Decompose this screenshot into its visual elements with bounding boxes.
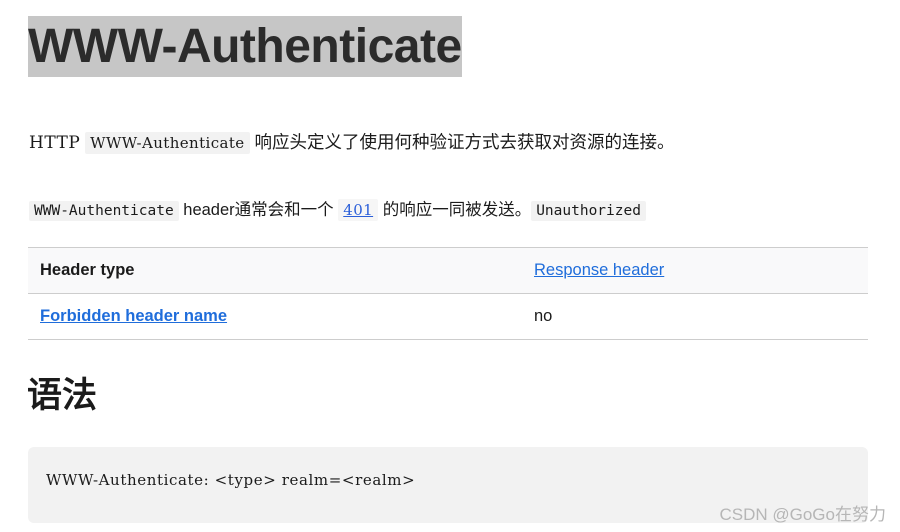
syntax-code-text: WWW-Authenticate: <type> realm=<realm> bbox=[46, 471, 416, 489]
page-title: WWW-Authenticate bbox=[28, 16, 462, 77]
page-title-text: WWW-Authenticate bbox=[28, 16, 462, 77]
syntax-heading: 语法 bbox=[27, 376, 98, 415]
note-text-after-link: 的响应一同被发送。 bbox=[382, 200, 532, 219]
table-cell-label: Forbidden header name bbox=[28, 294, 522, 340]
table-row: Forbidden header name no bbox=[28, 293, 868, 340]
csdn-watermark: CSDN @GoGo在努力 bbox=[719, 505, 886, 524]
intro-prefix: HTTP bbox=[29, 132, 81, 153]
table-row: Header type Response header bbox=[28, 247, 868, 294]
table-cell-label: Header type bbox=[28, 248, 522, 294]
note-text-before-link: header通常会和一个 bbox=[183, 200, 334, 219]
forbidden-header-name-link[interactable]: Forbidden header name bbox=[40, 307, 227, 325]
page-root: WWW-Authenticate HTTP WWW-Authenticate 响… bbox=[0, 0, 900, 532]
note-paragraph: WWW-Authenticate header通常会和一个 401 的响应一同被… bbox=[29, 196, 874, 225]
intro-suffix: 响应头定义了使用何种验证方式去获取对资源的连接。 bbox=[254, 131, 675, 152]
response-header-link[interactable]: Response header bbox=[534, 261, 664, 279]
table-cell-value: no bbox=[534, 307, 553, 325]
note-inline-code: WWW-Authenticate bbox=[29, 200, 179, 221]
table-cell-value: Response header bbox=[522, 248, 868, 294]
intro-inline-code: WWW-Authenticate bbox=[85, 131, 250, 154]
header-metadata-table: Header type Response header Forbidden he… bbox=[28, 247, 868, 340]
header-type-label: Header type bbox=[40, 261, 135, 279]
note-trailing-code: Unauthorized bbox=[531, 200, 646, 221]
status-401-link[interactable]: 401 bbox=[338, 198, 379, 221]
page-title-wrapper: WWW-Authenticate bbox=[28, 16, 868, 78]
intro-paragraph: HTTP WWW-Authenticate 响应头定义了使用何种验证方式去获取对… bbox=[29, 128, 874, 157]
